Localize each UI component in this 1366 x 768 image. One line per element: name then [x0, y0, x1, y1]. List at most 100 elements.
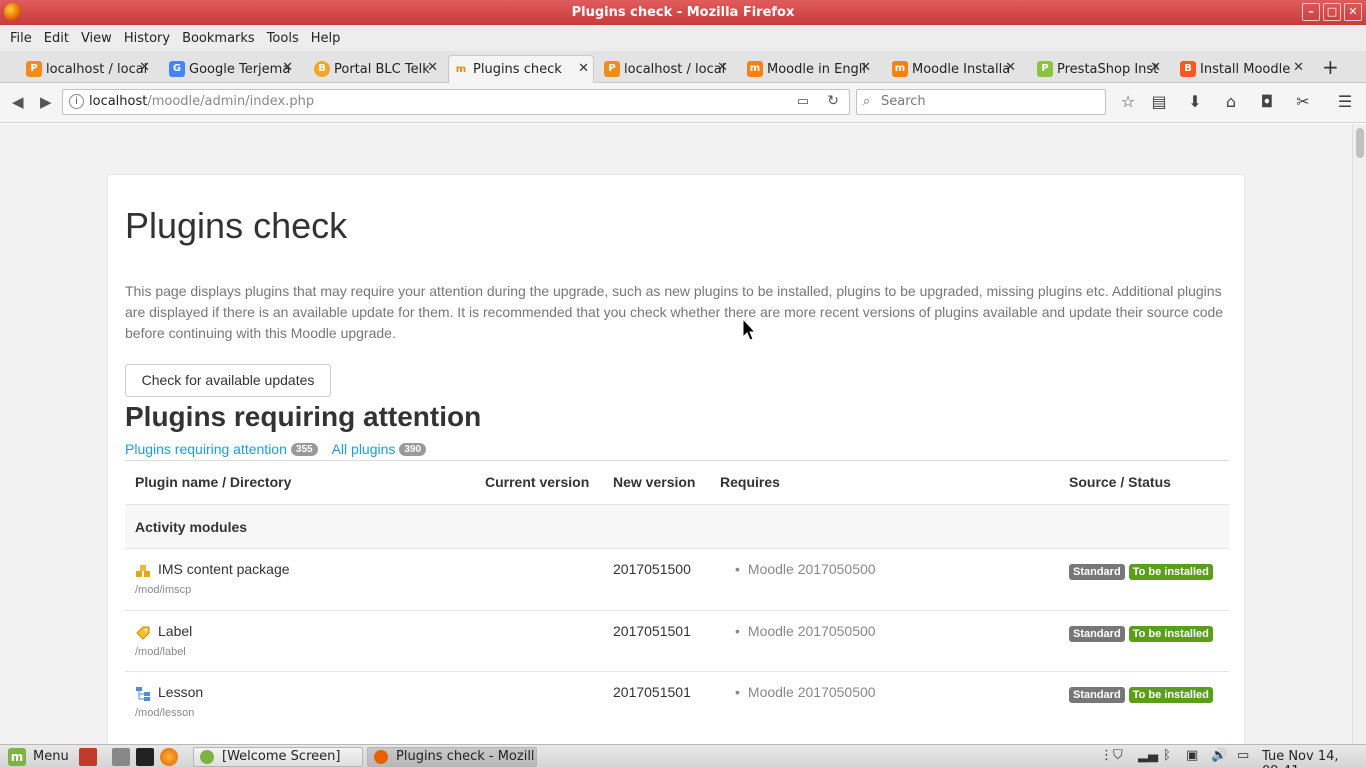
show-desktop-icon[interactable] [79, 748, 97, 766]
shield-icon[interactable]: ⛉ [1113, 748, 1123, 763]
tab-prestashop[interactable]: P PrestaShop Inst ✕ [1033, 55, 1165, 83]
tab-localhost-2[interactable]: P localhost / local ✕ [600, 55, 732, 83]
network-signal-icon[interactable]: ▂▄ [1138, 748, 1158, 763]
menu-history[interactable]: History [118, 31, 176, 46]
plugin-name: Lesson [158, 684, 204, 700]
tab-localhost-1[interactable]: P localhost / local ✕ [22, 55, 154, 83]
bookmark-star-icon[interactable]: ☆ [1117, 92, 1139, 111]
menu-help[interactable]: Help [305, 31, 347, 46]
forward-icon[interactable]: ▶ [40, 93, 52, 111]
volume-icon[interactable]: 🔊 [1211, 748, 1227, 763]
tab-google-translate[interactable]: G Google Terjema ✕ [165, 55, 297, 83]
main-card: Plugins check This page displays plugins… [107, 174, 1245, 744]
menu-view[interactable]: View [75, 31, 118, 46]
category-label: Activity modules [135, 519, 248, 535]
bookmarks-library-icon[interactable]: ▤ [1148, 92, 1170, 111]
task-firefox[interactable]: Plugins check - Mozill... [367, 747, 537, 767]
filter-all-plugins-link[interactable]: All plugins [332, 441, 396, 457]
new-version: 2017051501 [613, 623, 691, 639]
source-badge: Standard [1069, 687, 1125, 703]
prestashop-icon: P [1037, 61, 1053, 77]
welcome-icon [200, 750, 214, 764]
minimize-button[interactable]: – [1302, 3, 1320, 21]
display-icon[interactable]: ▣ [1186, 748, 1198, 763]
url-bar[interactable]: i localhost/moodle/admin/index.php ▭ ↻ [62, 89, 850, 115]
close-icon[interactable]: ✕ [282, 60, 293, 75]
close-window-button[interactable]: ✕ [1344, 3, 1362, 21]
col-header-new-version: New version [613, 474, 696, 490]
close-icon[interactable]: ✕ [427, 60, 438, 75]
tab-moodle-installation[interactable]: m Moodle Installa ✕ [888, 55, 1020, 83]
menu-file[interactable]: File [4, 31, 38, 46]
col-header-requires: Requires [720, 474, 780, 490]
new-version: 2017051501 [613, 684, 691, 700]
scrollbar-thumb[interactable] [1356, 128, 1364, 158]
close-icon[interactable]: ✕ [1150, 60, 1161, 75]
tab-plugins-check[interactable]: m Plugins check ✕ [448, 55, 594, 83]
close-icon[interactable]: ✕ [717, 60, 728, 75]
mint-menu-icon[interactable]: m [8, 748, 26, 766]
home-icon[interactable]: ⌂ [1220, 92, 1242, 111]
pocket-icon[interactable]: ◘ [1256, 92, 1278, 111]
vertical-scrollbar[interactable] [1352, 124, 1366, 744]
plugin-directory: /mod/label [135, 646, 186, 658]
search-icon: ⌕ [863, 94, 871, 109]
reader-view-icon[interactable]: ▭ [797, 94, 809, 109]
close-icon[interactable]: ✕ [1293, 60, 1304, 75]
blogger-icon: B [1180, 61, 1196, 77]
tab-portal-blc[interactable]: B Portal BLC Telk ✕ [310, 55, 442, 83]
table-row: Lesson /mod/lesson 2017051501 Moodle 201… [125, 671, 1229, 733]
label-icon [136, 626, 150, 640]
new-tab-button[interactable]: + [1322, 55, 1339, 79]
clock[interactable]: Tue Nov 14, 09:41 [1262, 749, 1366, 768]
close-icon[interactable]: ✕ [139, 60, 150, 75]
site-info-icon[interactable]: i [69, 94, 84, 109]
page-content: Plugins check This page displays plugins… [0, 124, 1352, 744]
table-header-row: Plugin name / Directory Current version … [125, 460, 1229, 504]
window-title: Plugins check - Mozilla Firefox [571, 5, 795, 20]
filter-requiring-attention-link[interactable]: Plugins requiring attention [125, 441, 287, 457]
new-version: 2017051500 [613, 561, 691, 577]
battery-icon[interactable]: ▭ [1237, 748, 1249, 763]
status-badge: To be installed [1128, 687, 1213, 703]
menu-tools[interactable]: Tools [261, 31, 305, 46]
tab-moodle-in-english[interactable]: m Moodle in Engli ✕ [743, 55, 875, 83]
check-updates-button[interactable]: Check for available updates [125, 364, 331, 397]
category-row: Activity modules [125, 504, 1229, 548]
menu-edit[interactable]: Edit [38, 31, 75, 46]
downloads-icon[interactable]: ⬇ [1184, 92, 1206, 111]
close-icon[interactable]: ✕ [860, 60, 871, 75]
close-icon[interactable]: ✕ [578, 61, 589, 76]
start-menu-label[interactable]: Menu [33, 749, 69, 764]
intro-text: This page displays plugins that may requ… [125, 283, 1224, 341]
google-translate-icon: G [169, 61, 185, 77]
phpmyadmin-icon: P [26, 61, 42, 77]
screenshot-icon[interactable]: ✂ [1292, 92, 1314, 111]
firefox-launcher-icon[interactable] [160, 748, 178, 766]
firefox-logo-icon [4, 3, 22, 21]
menu-bar: File Edit View History Bookmarks Tools H… [0, 25, 1366, 51]
plugins-table: Plugin name / Directory Current version … [125, 460, 1229, 733]
tab-install-moodle[interactable]: B Install Moodle ✕ [1176, 55, 1308, 83]
url-text[interactable]: localhost/moodle/admin/index.php [89, 94, 314, 109]
requires: Moodle 2017050500 [735, 684, 876, 700]
task-welcome-screen[interactable]: [Welcome Screen] [193, 747, 363, 767]
search-bar[interactable]: ⌕ Search [856, 89, 1106, 115]
menu-bookmarks[interactable]: Bookmarks [176, 31, 261, 46]
plugin-filters: Plugins requiring attention 355 All plug… [125, 441, 440, 457]
window-titlebar: Plugins check - Mozilla Firefox – □ ✕ [0, 0, 1366, 25]
terminal-icon[interactable] [136, 748, 154, 766]
source-badge: Standard [1069, 626, 1125, 642]
close-icon[interactable]: ✕ [1005, 60, 1016, 75]
source-status: Standard To be installed [1069, 687, 1213, 703]
plugin-directory: /mod/imscp [135, 584, 192, 596]
lesson-icon [136, 687, 150, 701]
mouse-cursor-icon [742, 317, 757, 341]
file-manager-icon[interactable] [112, 748, 130, 766]
hamburger-menu-icon[interactable]: ☰ [1334, 92, 1356, 111]
task-label: Plugins check - Mozill... [396, 749, 537, 764]
back-icon[interactable]: ◀ [12, 93, 24, 111]
maximize-button[interactable]: □ [1323, 3, 1341, 21]
bluetooth-icon[interactable]: ᛒ [1163, 748, 1171, 763]
reload-icon[interactable]: ↻ [827, 93, 839, 109]
